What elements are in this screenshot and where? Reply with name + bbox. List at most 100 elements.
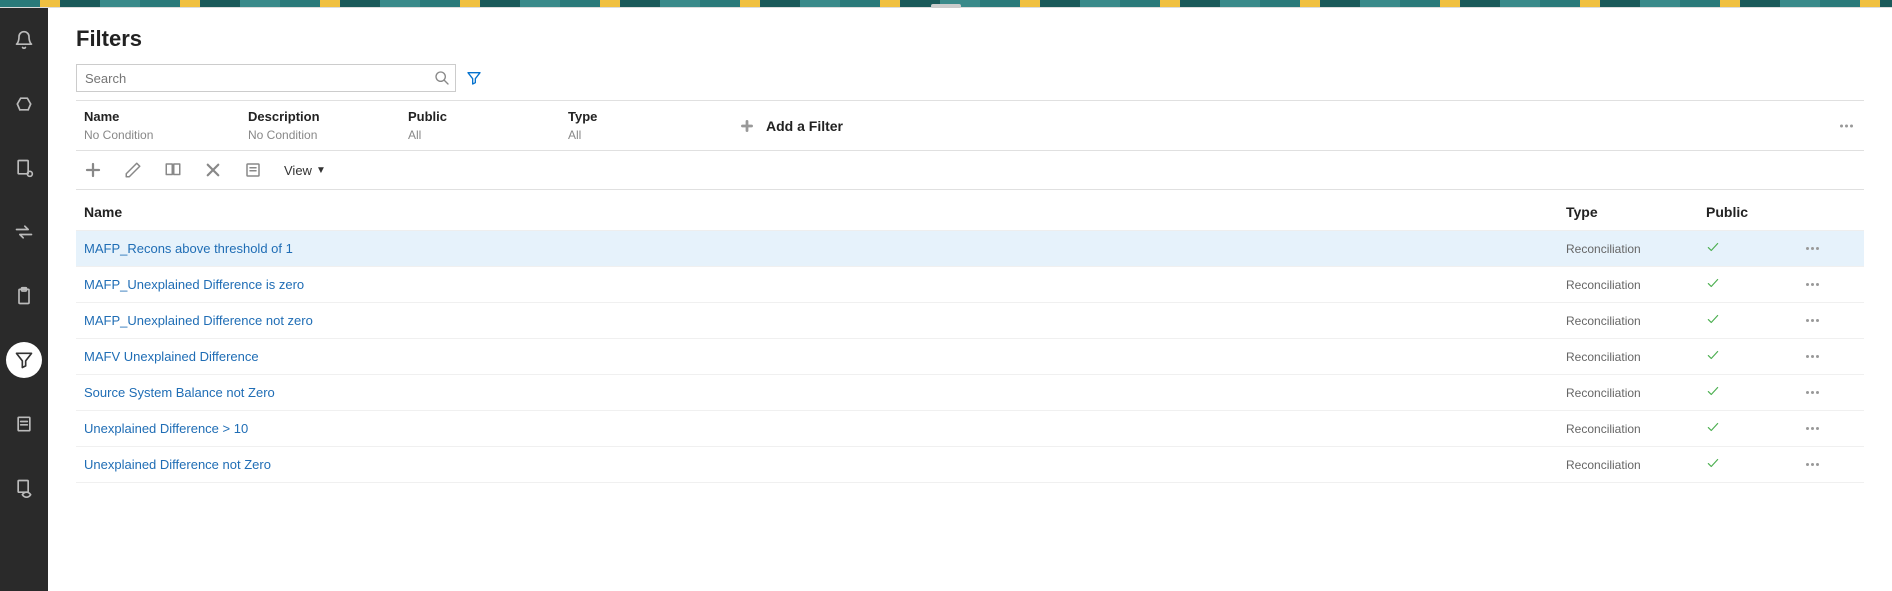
search-icon[interactable] [434, 70, 450, 86]
sidebar-item-filters[interactable] [6, 342, 42, 378]
row-public [1706, 240, 1806, 257]
list-icon [14, 414, 34, 434]
filter-toggle-icon[interactable] [466, 70, 482, 86]
edit-button[interactable] [124, 161, 142, 179]
filter-column-label: Public [408, 109, 544, 124]
add-filter-label: Add a Filter [766, 118, 843, 134]
row-public [1706, 276, 1806, 293]
sidebar-item-worklist[interactable] [6, 86, 42, 122]
filter-column-label: Description [248, 109, 384, 124]
row-actions-button[interactable] [1806, 319, 1824, 322]
sidebar-nav [0, 8, 48, 591]
sidebar-item-transfer[interactable] [6, 214, 42, 250]
check-icon [1706, 312, 1720, 326]
sidebar-item-configure[interactable] [6, 150, 42, 186]
window-drag-handle [0, 0, 1892, 8]
filter-column[interactable]: Name No Condition [76, 109, 236, 142]
filter-name-link[interactable]: MAFV Unexplained Difference [84, 349, 259, 364]
row-type: Reconciliation [1566, 422, 1706, 436]
page-title: Filters [76, 26, 1864, 52]
filter-name-link[interactable]: MAFP_Unexplained Difference is zero [84, 277, 304, 292]
filter-name-link[interactable]: Unexplained Difference > 10 [84, 421, 248, 436]
search-input[interactable] [76, 64, 456, 92]
delete-button[interactable] [204, 161, 222, 179]
view-menu-button[interactable]: View ▼ [284, 163, 326, 178]
row-public [1706, 348, 1806, 365]
row-public [1706, 456, 1806, 473]
table-row[interactable]: MAFP_Recons above threshold of 1 Reconcil… [76, 231, 1864, 267]
publish-button[interactable] [244, 161, 262, 179]
check-icon [1706, 276, 1720, 290]
table-row[interactable]: MAFV Unexplained DifferenceReconciliatio… [76, 339, 1864, 375]
ellipsis-icon [1806, 355, 1824, 358]
check-icon [1706, 420, 1720, 434]
document-eye-icon [14, 478, 34, 498]
header-type[interactable]: Type [1566, 204, 1706, 220]
row-type: Reconciliation [1566, 386, 1706, 400]
duplicate-button[interactable] [164, 161, 182, 179]
row-actions-button[interactable] [1806, 283, 1824, 286]
row-actions-button[interactable] [1806, 355, 1824, 358]
filter-column[interactable]: Description No Condition [236, 109, 396, 142]
view-label: View [284, 163, 312, 178]
table-row[interactable]: MAFP_Unexplained Difference is zero Recon… [76, 267, 1864, 303]
table-row[interactable]: Source System Balance not Zero Reconcilia… [76, 375, 1864, 411]
bell-icon [14, 30, 34, 50]
filter-column-value: All [408, 128, 544, 142]
plus-circle-icon [736, 115, 758, 137]
filter-column-label: Type [568, 109, 704, 124]
filters-table: Name Type Public MAFP_Recons above thres… [76, 190, 1864, 483]
main-content: Filters Name No Condition Description No Co… [48, 8, 1892, 591]
filter-column[interactable]: Type All [556, 109, 716, 142]
check-icon [1706, 240, 1720, 254]
sidebar-item-lists[interactable] [6, 406, 42, 442]
sidebar-item-notifications[interactable] [6, 22, 42, 58]
filter-name-link[interactable]: MAFP_Recons above threshold of 1 [84, 241, 293, 256]
check-icon [1706, 456, 1720, 470]
row-actions-button[interactable] [1806, 391, 1824, 394]
check-icon [1706, 348, 1720, 362]
filter-name-link[interactable]: MAFP_Unexplained Difference not zero [84, 313, 313, 328]
ellipsis-icon [1806, 247, 1824, 250]
sidebar-item-views[interactable] [6, 470, 42, 506]
table-row[interactable]: MAFP_Unexplained Difference not zero Reco… [76, 303, 1864, 339]
row-actions-button[interactable] [1806, 427, 1824, 430]
toolbar: View ▼ [76, 151, 1864, 190]
filter-name-link[interactable]: Unexplained Difference not Zero [84, 457, 271, 472]
filter-column-value: No Condition [84, 128, 224, 142]
filter-column-value: All [568, 128, 704, 142]
filter-bar: Name No Condition Description No Condition P… [76, 100, 1864, 151]
caret-down-icon: ▼ [316, 165, 326, 176]
row-public [1706, 420, 1806, 437]
filter-name-link[interactable]: Source System Balance not Zero [84, 385, 275, 400]
row-type: Reconciliation [1566, 314, 1706, 328]
header-name[interactable]: Name [84, 204, 1566, 220]
row-actions-button[interactable] [1806, 463, 1824, 466]
ellipsis-icon [1806, 319, 1824, 322]
row-actions-button[interactable] [1806, 247, 1824, 250]
row-public [1706, 384, 1806, 401]
row-public [1706, 312, 1806, 329]
add-filter-button[interactable]: Add a Filter [736, 109, 843, 137]
header-public[interactable]: Public [1706, 204, 1806, 220]
table-row[interactable]: Unexplained Difference > 10 Reconciliatio… [76, 411, 1864, 447]
row-type: Reconciliation [1566, 458, 1706, 472]
filter-column-value: No Condition [248, 128, 384, 142]
recycle-icon [14, 94, 34, 114]
search-box [76, 64, 456, 92]
row-type: Reconciliation [1566, 242, 1706, 256]
clipboard-icon [14, 286, 34, 306]
ellipsis-icon [1840, 124, 1858, 127]
table-row[interactable]: Unexplained Difference not Zero Reconcili… [76, 447, 1864, 483]
filter-column-label: Name [84, 109, 224, 124]
swap-icon [14, 222, 34, 242]
row-type: Reconciliation [1566, 278, 1706, 292]
check-icon [1706, 384, 1720, 398]
ellipsis-icon [1806, 463, 1824, 466]
new-button[interactable] [84, 161, 102, 179]
sidebar-item-clipboard[interactable] [6, 278, 42, 314]
ellipsis-icon [1806, 427, 1824, 430]
funnel-icon [14, 350, 34, 370]
filter-bar-more-button[interactable] [1840, 124, 1858, 127]
filter-column[interactable]: Public All [396, 109, 556, 142]
